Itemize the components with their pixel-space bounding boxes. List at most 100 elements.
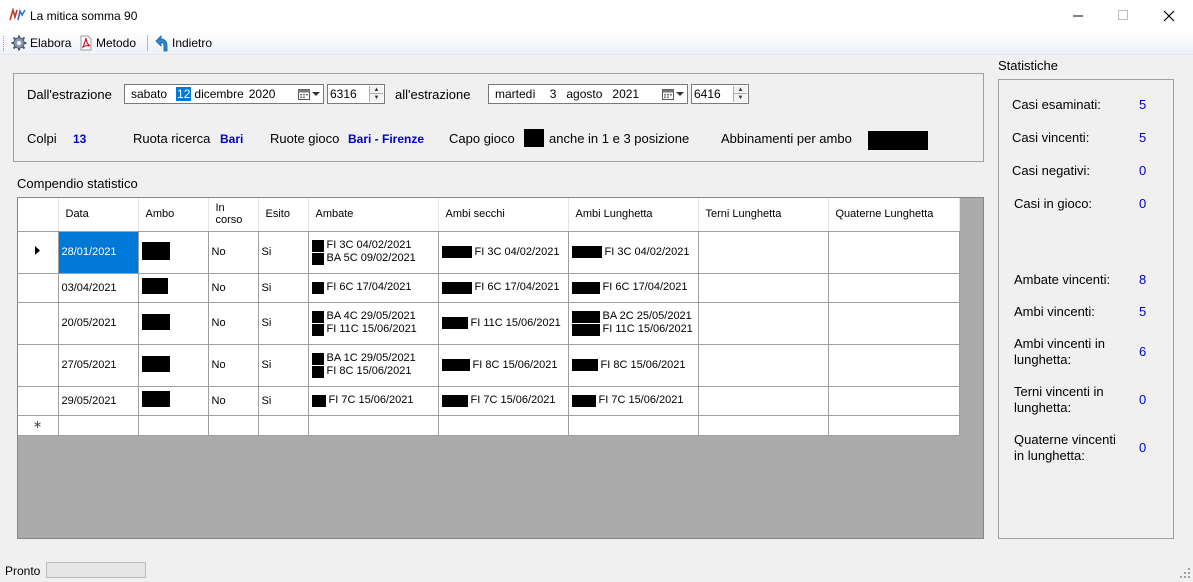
column-header-ambate[interactable]: Ambate [308,198,439,232]
cell-ambo[interactable] [138,344,209,387]
to-date-picker[interactable]: martedì 3 agosto 2021 [488,84,688,104]
cell-ambate[interactable]: BA 1C 29/05/2021 FI 8C 15/06/2021 [308,344,439,387]
cell-terni-lunghetta[interactable] [698,344,829,387]
cell-quaterne-lunghetta[interactable] [828,386,960,416]
from-date-picker[interactable]: sabato 12 dicembre 2020 [124,84,324,104]
cell-ambi-lunghetta[interactable] [568,415,699,436]
row-selector[interactable] [18,415,59,436]
table-row[interactable]: 03/04/2021 No Si FI 6C 17/04/2021 FI 6C … [18,273,960,303]
cell-terni-lunghetta[interactable] [698,302,829,345]
column-header-in-corso[interactable]: In corso [208,198,259,232]
cell-esito[interactable]: Si [258,273,309,303]
from-calendar-button[interactable] [298,86,322,102]
cell-quaterne-lunghetta[interactable] [828,344,960,387]
cell-in-corso[interactable]: No [208,273,259,303]
cell-ambo[interactable] [138,231,209,274]
cell-data[interactable] [58,415,139,436]
to-number-spinner[interactable]: ▲ ▼ [733,86,747,102]
table-row[interactable]: 20/05/2021 No Si BA 4C 29/05/2021 FI 11C… [18,302,960,345]
maximize-button[interactable] [1100,0,1146,31]
casi-vincenti-value: 5 [1139,130,1147,145]
cell-ambo[interactable] [138,415,209,436]
cell-ambi-lunghetta[interactable]: BA 2C 25/05/2021 FI 11C 15/06/2021 [568,302,699,345]
cell-data[interactable]: 03/04/2021 [58,273,139,303]
column-header-esito[interactable]: Esito [258,198,309,232]
row-selector[interactable] [18,231,59,274]
maximize-icon [1117,10,1128,20]
metodo-button[interactable]: Metodo [79,34,136,52]
table-row[interactable]: 29/05/2021 No Si FI 7C 15/06/2021 FI 7C … [18,386,960,416]
cell-esito[interactable] [258,415,309,436]
cell-ambi-secchi[interactable]: FI 3C 04/02/2021 [438,231,569,274]
cell-ambo[interactable] [138,386,209,416]
cell-ambi-secchi[interactable] [438,415,569,436]
spin-down-icon[interactable]: ▼ [370,94,383,102]
cell-ambi-secchi[interactable]: FI 6C 17/04/2021 [438,273,569,303]
cell-ambate[interactable]: FI 7C 15/06/2021 [308,386,439,416]
cell-quaterne-lunghetta[interactable] [828,302,960,345]
column-header-ambi-lunghetta[interactable]: Ambi Lunghetta [568,198,699,232]
row-selector[interactable] [18,302,59,345]
to-calendar-button[interactable] [662,86,686,102]
toolbar-grip[interactable] [3,36,6,51]
new-table-row[interactable] [18,415,960,436]
cell-esito[interactable]: Si [258,231,309,274]
close-button[interactable] [1146,0,1192,31]
cell-ambate[interactable]: BA 4C 29/05/2021 FI 11C 15/06/2021 [308,302,439,345]
abbinamenti-label: Abbinamenti per ambo [721,131,852,146]
cell-ambate[interactable]: FI 3C 04/02/2021 BA 5C 09/02/2021 [308,231,439,274]
cell-terni-lunghetta[interactable] [698,415,829,436]
table-row[interactable]: 28/01/2021 No Si FI 3C 04/02/2021 BA 5C … [18,231,960,274]
cell-ambo[interactable] [138,302,209,345]
cell-esito[interactable]: Si [258,302,309,345]
from-number-field[interactable]: 6316 ▲ ▼ [327,84,385,104]
cell-ambi-lunghetta[interactable]: FI 3C 04/02/2021 [568,231,699,274]
from-number-spinner[interactable]: ▲ ▼ [369,86,383,102]
table-row[interactable]: 27/05/2021 No Si BA 1C 29/05/2021 FI 8C … [18,344,960,387]
column-header-terni-lunghetta[interactable]: Terni Lunghetta [698,198,829,232]
cell-ambi-lunghetta[interactable]: FI 7C 15/06/2021 [568,386,699,416]
elabora-button[interactable]: Elabora [11,34,71,52]
compendio-grid[interactable]: Data Ambo In corso Esito Ambate Ambi sec… [17,197,984,539]
cell-data[interactable]: 28/01/2021 [58,231,139,274]
spin-up-icon[interactable]: ▲ [370,86,383,94]
cell-ambi-secchi[interactable]: FI 11C 15/06/2021 [438,302,569,345]
column-header-ambo[interactable]: Ambo [138,198,209,232]
cell-terni-lunghetta[interactable] [698,386,829,416]
spin-down-icon[interactable]: ▼ [734,94,747,102]
cell-in-corso[interactable]: No [208,386,259,416]
row-selector[interactable] [18,344,59,387]
cell-quaterne-lunghetta[interactable] [828,273,960,303]
cell-in-corso[interactable]: No [208,302,259,345]
column-header-quaterne-lunghetta[interactable]: Quaterne Lunghetta [828,198,960,232]
cell-quaterne-lunghetta[interactable] [828,415,960,436]
indietro-button[interactable]: Indietro [153,34,212,52]
row-selector[interactable] [18,273,59,303]
to-number-field[interactable]: 6416 ▲ ▼ [691,84,749,104]
cell-ambi-lunghetta[interactable]: FI 8C 15/06/2021 [568,344,699,387]
ambi-vincenti-label: Ambi vincenti: [1014,304,1095,319]
cell-ambate[interactable] [308,415,439,436]
cell-terni-lunghetta[interactable] [698,273,829,303]
cell-ambo[interactable] [138,273,209,303]
cell-ambi-secchi[interactable]: FI 7C 15/06/2021 [438,386,569,416]
cell-ambate[interactable]: FI 6C 17/04/2021 [308,273,439,303]
cell-in-corso[interactable]: No [208,231,259,274]
cell-data[interactable]: 20/05/2021 [58,302,139,345]
cell-ambi-secchi[interactable]: FI 8C 15/06/2021 [438,344,569,387]
minimize-button[interactable] [1055,0,1101,31]
resize-grip-icon[interactable] [1180,568,1191,579]
cell-in-corso[interactable]: No [208,344,259,387]
cell-terni-lunghetta[interactable] [698,231,829,274]
spin-up-icon[interactable]: ▲ [734,86,747,94]
cell-data[interactable]: 29/05/2021 [58,386,139,416]
cell-in-corso[interactable] [208,415,259,436]
cell-ambi-lunghetta[interactable]: FI 6C 17/04/2021 [568,273,699,303]
cell-esito[interactable]: Si [258,386,309,416]
cell-esito[interactable]: Si [258,344,309,387]
column-header-ambi-secchi[interactable]: Ambi secchi [438,198,569,232]
row-selector[interactable] [18,386,59,416]
cell-quaterne-lunghetta[interactable] [828,231,960,274]
column-header-data[interactable]: Data [58,198,139,232]
cell-data[interactable]: 27/05/2021 [58,344,139,387]
